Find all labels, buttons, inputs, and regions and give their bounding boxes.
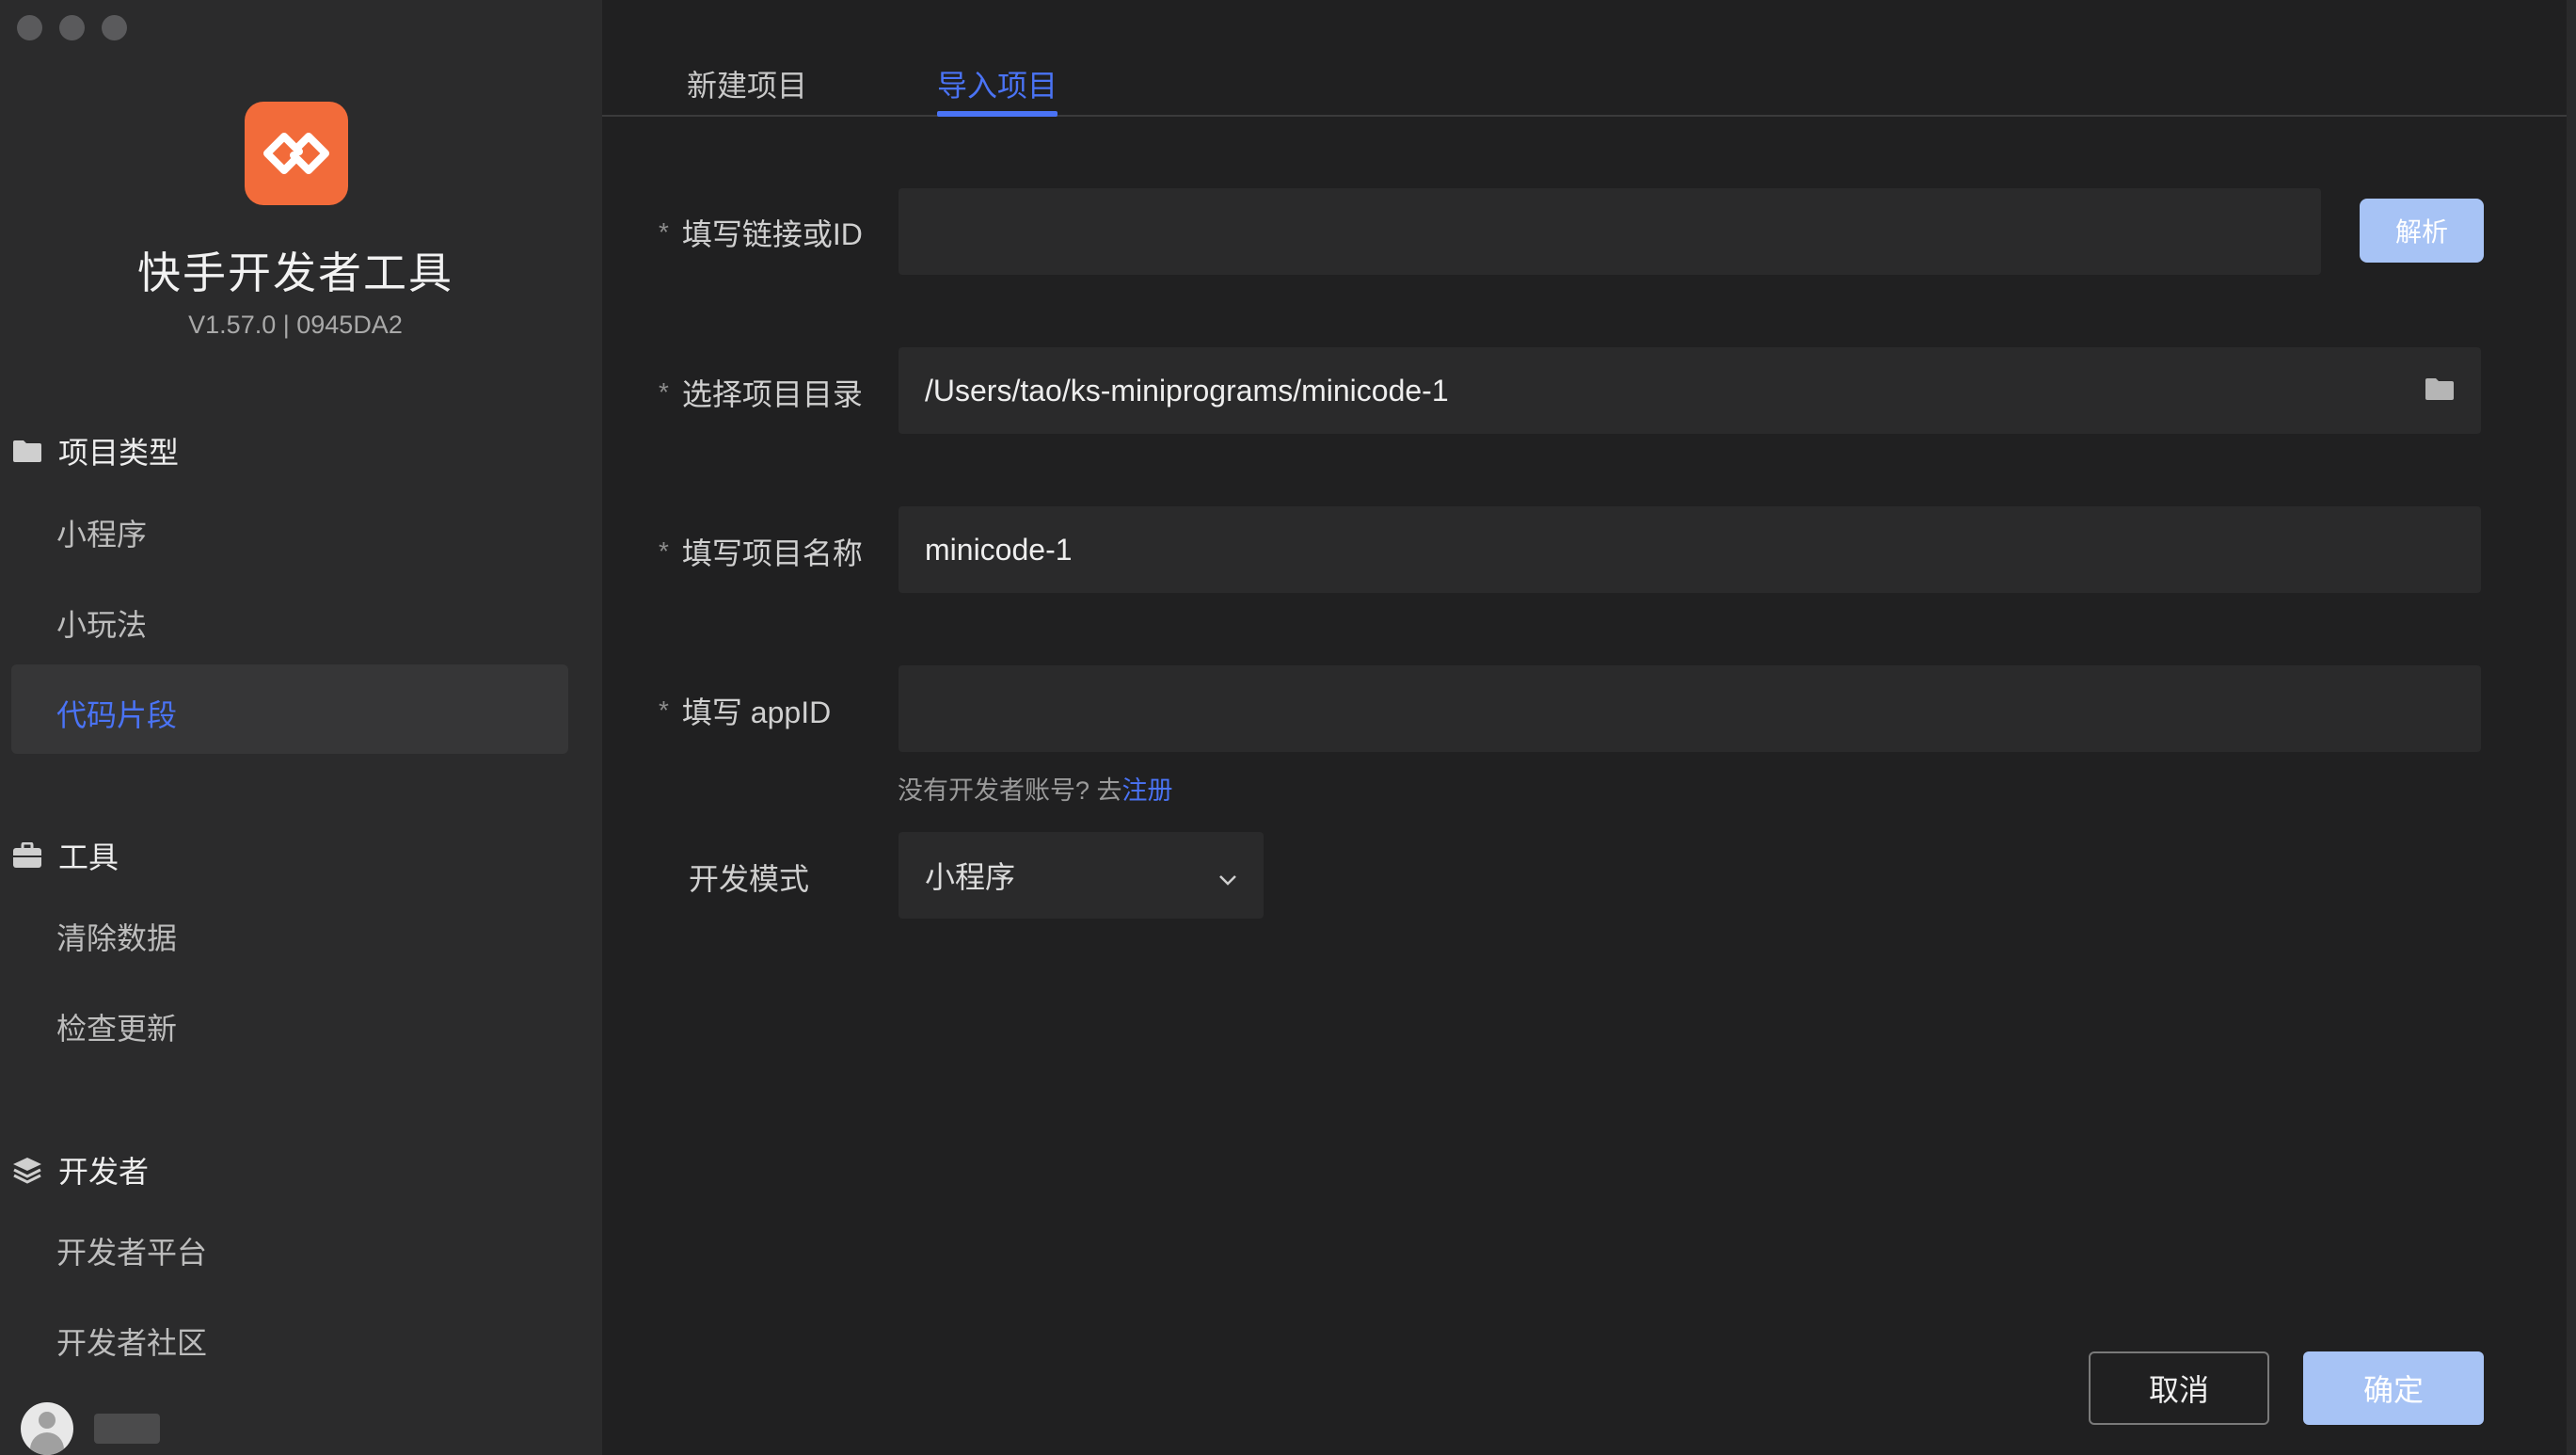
app-title: 快手开发者工具 bbox=[137, 248, 453, 297]
tab-new-project[interactable]: 新建项目 bbox=[687, 62, 807, 105]
section-title: 工具 bbox=[58, 840, 119, 874]
section-project-type: 项目类型 bbox=[11, 429, 179, 472]
link-id-label-text: 填写链接或ID bbox=[681, 217, 863, 251]
chevron-down-icon bbox=[1218, 858, 1237, 893]
layers-icon bbox=[11, 1156, 43, 1184]
section-title: 项目类型 bbox=[58, 436, 180, 470]
maximize-window-button[interactable] bbox=[102, 15, 127, 40]
tabs-divider bbox=[602, 115, 2576, 117]
register-hint-text: 没有开发者账号? 去 bbox=[898, 776, 1122, 805]
dev-mode-value: 小程序 bbox=[925, 860, 1016, 894]
section-developer: 开发者 bbox=[11, 1148, 149, 1191]
sidebar-item-dev-platform[interactable]: 开发者平台 bbox=[56, 1229, 207, 1272]
project-dir-label: * 选择项目目录 bbox=[659, 371, 863, 414]
dev-mode-label: 开发模式 bbox=[689, 862, 810, 896]
kuaishou-dev-logo-icon bbox=[245, 102, 348, 205]
sidebar-item-code-snippet[interactable]: 代码片段 bbox=[56, 692, 177, 735]
project-dir-label-text: 选择项目目录 bbox=[681, 377, 863, 411]
user-profile[interactable] bbox=[21, 1402, 160, 1455]
sidebar-item-check-update[interactable]: 检查更新 bbox=[56, 1005, 177, 1048]
appid-label: * 填写 appID bbox=[659, 689, 831, 732]
minimize-window-button[interactable] bbox=[59, 15, 85, 40]
folder-icon bbox=[11, 437, 43, 465]
main-panel: 新建项目 导入项目 * 填写链接或ID 解析 * 选择项目目录 /Users/t… bbox=[602, 0, 2576, 1455]
register-link[interactable]: 注册 bbox=[1122, 776, 1173, 805]
user-name-redacted bbox=[94, 1414, 160, 1444]
parse-button[interactable]: 解析 bbox=[2360, 199, 2484, 263]
appid-label-text: 填写 appID bbox=[681, 696, 832, 729]
register-hint: 没有开发者账号? 去注册 bbox=[898, 770, 1173, 807]
project-dir-value: /Users/tao/ks-miniprograms/minicode-1 bbox=[925, 373, 1449, 408]
toolbox-icon bbox=[11, 841, 43, 870]
sidebar: 快手开发者工具 V1.57.0 | 0945DA2 项目类型 小程序 小玩法 代… bbox=[0, 0, 602, 1455]
close-window-button[interactable] bbox=[17, 15, 42, 40]
cancel-button[interactable]: 取消 bbox=[2089, 1351, 2269, 1425]
window-controls bbox=[17, 15, 127, 40]
project-name-input[interactable]: minicode-1 bbox=[898, 506, 2481, 593]
required-mark: * bbox=[659, 377, 669, 407]
scrollbar-track[interactable] bbox=[2567, 0, 2576, 1455]
tab-import-project[interactable]: 导入项目 bbox=[937, 62, 1057, 105]
active-tab-indicator bbox=[937, 111, 1057, 117]
section-tools: 工具 bbox=[11, 834, 119, 877]
confirm-button[interactable]: 确定 bbox=[2303, 1351, 2484, 1425]
sidebar-item-minigame[interactable]: 小玩法 bbox=[56, 601, 147, 645]
sidebar-item-miniprogram[interactable]: 小程序 bbox=[56, 511, 147, 554]
avatar[interactable] bbox=[21, 1402, 73, 1455]
required-mark: * bbox=[659, 217, 669, 247]
sidebar-item-dev-community[interactable]: 开发者社区 bbox=[56, 1319, 207, 1363]
link-id-input[interactable] bbox=[898, 188, 2321, 275]
required-mark: * bbox=[659, 696, 669, 725]
folder-icon[interactable] bbox=[2425, 374, 2455, 408]
appid-input[interactable] bbox=[898, 665, 2481, 752]
project-dir-field[interactable]: /Users/tao/ks-miniprograms/minicode-1 bbox=[898, 347, 2481, 434]
app-version: V1.57.0 | 0945DA2 bbox=[188, 311, 403, 339]
sidebar-item-clear-data[interactable]: 清除数据 bbox=[56, 915, 177, 958]
section-title: 开发者 bbox=[58, 1155, 150, 1189]
project-name-label: * 填写项目名称 bbox=[659, 530, 863, 573]
required-mark: * bbox=[659, 536, 669, 566]
link-id-label: * 填写链接或ID bbox=[659, 211, 863, 254]
dev-mode-select[interactable]: 小程序 bbox=[898, 832, 1264, 919]
project-name-label-text: 填写项目名称 bbox=[681, 536, 863, 570]
